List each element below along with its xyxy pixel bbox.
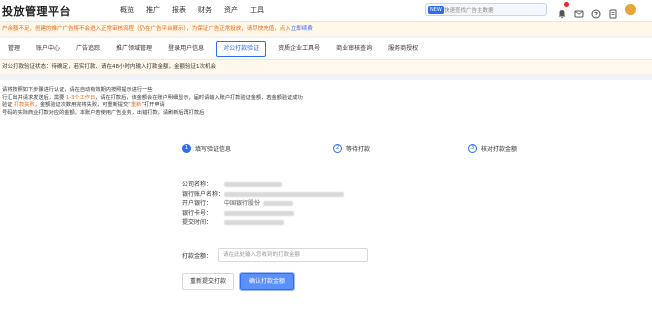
step-2: 2 等待打款: [333, 144, 370, 153]
sub-tabs: 管理 账户中心 广告追踪 推广领域管理 登录用户信息 对公打款验证 资质企业工具…: [0, 38, 652, 60]
tab-account-center[interactable]: 账户中心: [28, 38, 68, 60]
bank-value: 中国银行股份: [224, 200, 261, 208]
main-nav: 概览 推广 报表 财务 资产 工具: [120, 5, 264, 15]
card-row: 银行卡号：: [182, 209, 344, 219]
bank-label: 开户银行：: [182, 200, 213, 208]
bank-account-name-redacted: [224, 191, 344, 197]
instruction-line-1: 请将按照如下步骤进行认证，请在自动有效期内按照提示进行一些: [2, 87, 153, 93]
tab-domain-manage[interactable]: 推广领域管理: [108, 38, 160, 60]
step-number: 2: [333, 144, 342, 153]
instructions: 请将按照如下步骤进行认证，请在自动有效期内按照提示进行一些 行汇出并请求发送后，…: [2, 87, 303, 117]
bank-branch-redacted: [263, 201, 294, 207]
nav-assets[interactable]: 资产: [224, 5, 238, 15]
step-label: 核对打款金额: [481, 146, 518, 153]
nav-tools[interactable]: 工具: [250, 5, 264, 15]
bell-icon[interactable]: [557, 2, 569, 19]
tab-ad-tracking[interactable]: 广告追踪: [68, 38, 108, 60]
nav-overview[interactable]: 概览: [120, 5, 134, 15]
avatar[interactable]: [625, 4, 636, 15]
help-icon[interactable]: [591, 4, 601, 19]
amount-label: 打款金额：: [182, 252, 213, 260]
step-number: 3: [468, 144, 477, 153]
amount-row: 打款金额： 请在此处输入您收到的打款金额: [182, 248, 369, 262]
recharge-link[interactable]: 立即续费: [291, 26, 313, 32]
bank-row: 开户银行： 中国银行股份: [182, 199, 344, 209]
step-number: 1: [182, 144, 191, 153]
platform-logo[interactable]: 投放管理平台: [2, 3, 71, 19]
notice-text: 户余额不足，创建的推广广告将不会进入正常审核流程（仍在广告平台展示），为保证广告…: [2, 26, 291, 32]
company-row: 公司名称：: [182, 180, 344, 190]
bank-account-name-label: 银行账户名称：: [182, 190, 225, 198]
top-bar: 投放管理平台 概览 推广 报表 财务 资产 工具 NEW 快速查找广告主数据: [0, 0, 652, 22]
top-icons: [557, 2, 636, 19]
step-3: 3 核对打款金额: [468, 144, 517, 153]
tab-review-query[interactable]: 商业审核查询: [328, 38, 380, 60]
balance-notice: 户余额不足，创建的推广广告将不会进入正常审核流程（仍在广告平台展示），为保证广告…: [0, 22, 652, 36]
step-1: 1 填写验证信息: [182, 144, 231, 153]
card-label: 银行卡号：: [182, 209, 213, 217]
tab-enterprise-tools[interactable]: 资质企业工具号: [270, 38, 328, 60]
tab-provider-auth[interactable]: 服务商授权: [380, 38, 426, 60]
verify-status-alert: 对公打款验证状态：待确定，若实打款、请在48小时内输入打款金额，金额验证1次机会: [0, 60, 652, 74]
nav-reports[interactable]: 报表: [172, 5, 186, 15]
tab-login-user[interactable]: 登录用户信息: [160, 38, 212, 60]
instruction-line-3: 验证 打款失败，金额验证次数用完将失败，可重新提交“重新”打开申请: [2, 102, 165, 108]
progress-steps: 1 填写验证信息 2 等待打款 3 核对打款金额: [0, 144, 652, 156]
new-badge: NEW: [428, 6, 444, 14]
company-label: 公司名称：: [182, 181, 213, 188]
nav-promotion[interactable]: 推广: [146, 5, 160, 15]
search-placeholder: 快速查找广告主数据: [444, 8, 494, 14]
instruction-line-2: 行汇出并请求发送后，需要 1-3个工作日，请在打款后，该金额会在账户明细显示，届…: [2, 94, 303, 101]
bank-account-name-row: 银行账户名称：: [182, 190, 344, 200]
submit-time-label: 提交时间：: [182, 219, 213, 227]
document-icon[interactable]: [608, 4, 618, 19]
card-value-redacted: [224, 210, 294, 216]
step-label: 等待打款: [346, 146, 371, 153]
amount-input[interactable]: 请在此处输入您收到的打款金额: [218, 248, 369, 262]
tab-payment-verify[interactable]: 对公打款验证: [216, 40, 267, 57]
verify-card: 请将按照如下步骤进行认证，请在自动有效期内按照提示进行一些 行汇出并请求发送后，…: [0, 80, 652, 331]
nav-finance[interactable]: 财务: [198, 5, 212, 15]
resubmit-button[interactable]: 重新提交打款: [182, 273, 234, 290]
search-input[interactable]: NEW 快速查找广告主数据: [425, 3, 547, 16]
instruction-line-4: 号码的实际商业打款对应的金额，本账户若使用广告业务，出错打款，请刷新后再打款后: [2, 109, 205, 116]
submit-time-row: 提交时间：: [182, 218, 344, 228]
tab-manage[interactable]: 管理: [0, 38, 28, 60]
step-label: 填写验证信息: [195, 146, 232, 153]
account-info: 公司名称： 银行账户名称： 开户银行： 中国银行股份 银行卡号： 提交时间：: [182, 180, 344, 228]
message-icon[interactable]: [574, 4, 584, 18]
company-value-redacted: [224, 182, 282, 187]
submit-time-redacted: [224, 220, 284, 226]
confirm-amount-button[interactable]: 确认打款金额: [239, 272, 295, 291]
